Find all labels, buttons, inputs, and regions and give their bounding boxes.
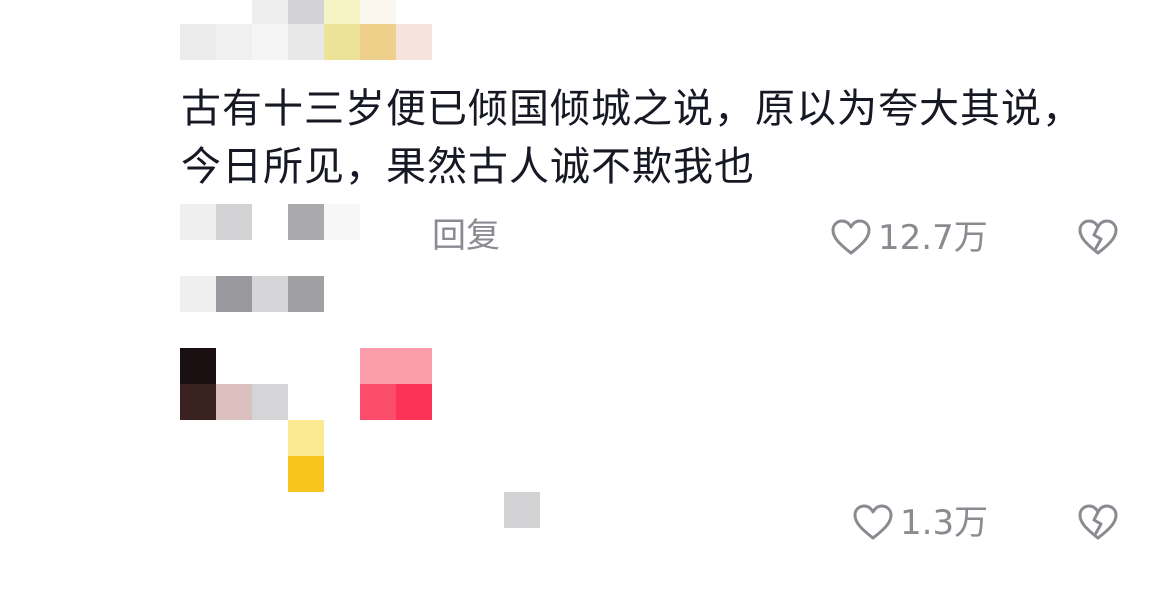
like-count: 12.7万	[878, 218, 988, 258]
reply-button[interactable]: 回复	[432, 214, 500, 258]
like-count: 1.3万	[900, 503, 989, 543]
comment-text: 古有十三岁便已倾国倾城之说，原以为夸大其说，今日所见，果然古人诚不欺我也	[181, 86, 1083, 190]
comment-list: 古有十三岁便已倾国倾城之说，原以为夸大其说，今日所见，果然古人诚不欺我也 回复 …	[0, 0, 1170, 600]
heart-outline-icon	[853, 504, 893, 540]
heart-outline-icon	[831, 219, 871, 255]
broken-heart-icon[interactable]	[1077, 503, 1119, 543]
redacted-meta-second	[504, 492, 540, 528]
redacted-username-top	[180, 0, 432, 80]
like-button[interactable]: 1.3万	[852, 501, 988, 545]
like-button[interactable]: 12.7万	[830, 216, 988, 260]
redacted-meta	[180, 204, 360, 240]
redacted-username-second	[180, 276, 324, 312]
redacted-comment-content	[180, 348, 432, 492]
broken-heart-icon[interactable]	[1077, 218, 1119, 258]
